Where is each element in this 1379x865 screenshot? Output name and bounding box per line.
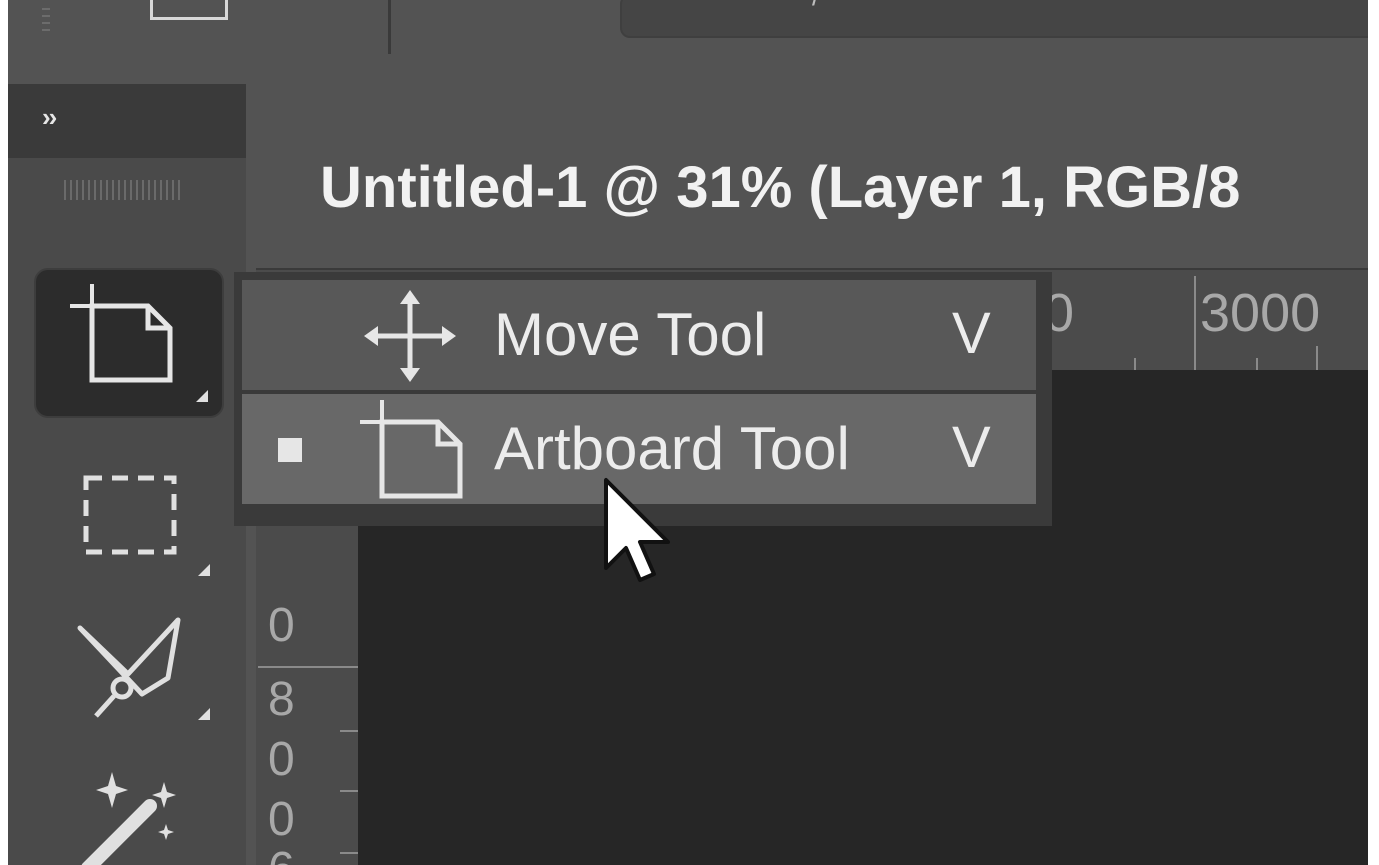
ruler-tick bbox=[1316, 346, 1318, 372]
selected-indicator-icon bbox=[278, 438, 302, 462]
options-field[interactable]: / bbox=[620, 0, 1368, 38]
ruler-digit: 0 bbox=[268, 733, 295, 786]
mouse-pointer-icon bbox=[604, 478, 670, 582]
options-field-text: / bbox=[812, 0, 820, 12]
document-tab[interactable]: Untitled-1 @ 31% (Layer 1, RGB/8 bbox=[256, 90, 1368, 268]
tools-panel-header: ›› bbox=[8, 84, 246, 158]
menu-item-shortcut: V bbox=[952, 301, 991, 366]
ruler-tick bbox=[258, 666, 358, 668]
ruler-tick bbox=[340, 852, 358, 854]
ruler-tick bbox=[340, 730, 358, 732]
menu-item-shortcut: V bbox=[952, 415, 991, 480]
magic-wand-tool-button[interactable] bbox=[34, 744, 224, 865]
tools-panel: ›› bbox=[8, 84, 246, 865]
menu-item-label: Artboard Tool bbox=[494, 415, 850, 482]
menu-item-label: Move Tool bbox=[494, 301, 767, 368]
magic-wand-icon bbox=[81, 772, 176, 865]
rectangular-marquee-tool-button[interactable] bbox=[34, 440, 224, 590]
current-tool-icon[interactable] bbox=[150, 0, 228, 20]
ruler-tick bbox=[340, 790, 358, 792]
artboard-tool-button[interactable] bbox=[34, 268, 224, 418]
ruler-digit: 0 bbox=[268, 599, 295, 652]
tools-panel-grip[interactable] bbox=[64, 180, 184, 200]
move-icon bbox=[364, 290, 456, 382]
document-tab-title: Untitled-1 @ 31% (Layer 1, RGB/8 bbox=[320, 155, 1241, 220]
ruler-label: 3000 bbox=[1200, 283, 1321, 343]
object-selection-tool-button[interactable] bbox=[34, 584, 224, 734]
tool-group-indicator bbox=[198, 708, 210, 720]
tool-group-indicator bbox=[196, 390, 208, 402]
lasso-icon bbox=[77, 617, 181, 718]
tool-group-indicator bbox=[198, 564, 210, 576]
ruler-digit: 8 bbox=[268, 673, 295, 726]
ruler-digit: 0 bbox=[268, 793, 295, 846]
options-separator bbox=[388, 0, 391, 54]
photoshop-window: / ›› bbox=[8, 0, 1368, 865]
artboard-icon bbox=[70, 284, 173, 383]
marquee-icon bbox=[83, 475, 177, 555]
ruler-digit: 6 bbox=[268, 842, 295, 865]
options-bar: / bbox=[8, 0, 1368, 82]
ruler-tick bbox=[1194, 276, 1196, 372]
options-bar-grip[interactable] bbox=[42, 8, 50, 36]
artboard-icon bbox=[360, 400, 463, 499]
collapse-panel-icon[interactable]: ›› bbox=[42, 102, 57, 133]
menu-item-move-tool[interactable]: Move Tool V bbox=[242, 280, 1036, 390]
